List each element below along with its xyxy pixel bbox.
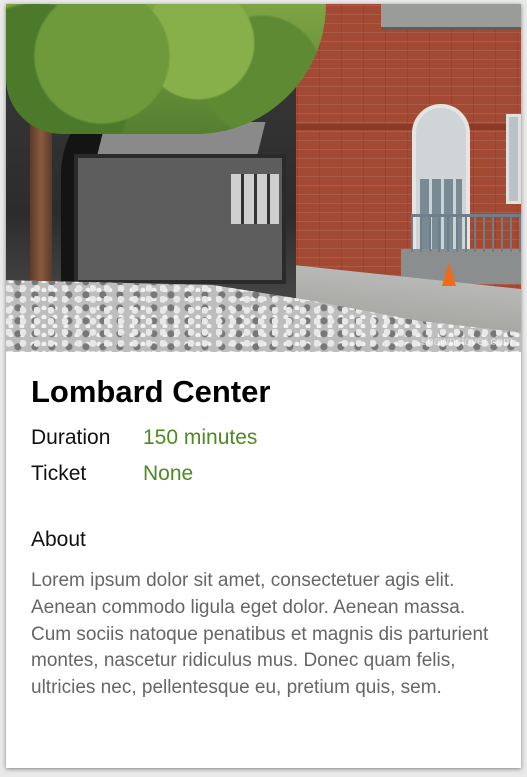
photo-side-window — [506, 114, 521, 204]
photo-building-upper — [381, 4, 521, 30]
about-heading: About — [31, 528, 86, 551]
place-card: shawnclover.com Lombard Center Duration … — [6, 4, 521, 768]
detail-value: None — [143, 462, 194, 485]
about-text: Lorem ipsum dolor sit amet, consectetuer… — [31, 570, 489, 699]
photo-watermark: shawnclover.com — [420, 334, 513, 348]
traffic-cone-icon — [442, 262, 456, 286]
detail-label: Duration — [31, 426, 111, 449]
detail-value: 150 minutes — [143, 426, 258, 449]
page-title: Lombard Center — [31, 374, 271, 409]
hero-photo[interactable]: shawnclover.com — [6, 4, 521, 352]
photo-railing — [411, 214, 521, 252]
photo-cable-car-window — [231, 174, 279, 224]
detail-label: Ticket — [31, 462, 87, 485]
